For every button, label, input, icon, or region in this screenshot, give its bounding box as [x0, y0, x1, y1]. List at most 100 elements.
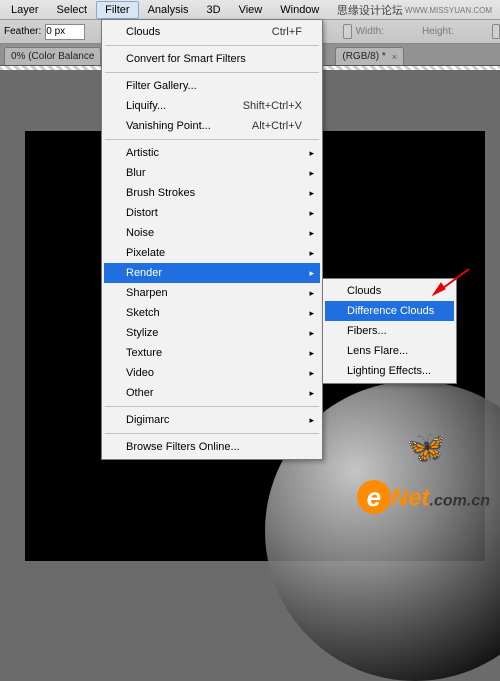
menu-3d[interactable]: 3D: [198, 1, 230, 19]
submenu-arrow-icon: ▸: [309, 228, 314, 239]
menu-item-pixelate[interactable]: Pixelate ▸: [104, 243, 320, 263]
label: Brush Strokes: [126, 187, 195, 199]
menu-item-video[interactable]: Video ▸: [104, 363, 320, 383]
logo-e: e: [357, 480, 391, 514]
submenu-arrow-icon: ▸: [309, 288, 314, 299]
submenu-arrow-icon: ▸: [309, 148, 314, 159]
label: Lens Flare...: [347, 345, 408, 357]
menu-filter[interactable]: Filter: [96, 1, 138, 19]
label: Stylize: [126, 327, 158, 339]
menu-window[interactable]: Window: [271, 1, 328, 19]
menu-item-stylize[interactable]: Stylize ▸: [104, 323, 320, 343]
butterfly-icon: 🦋: [406, 428, 446, 466]
menu-item-sharpen[interactable]: Sharpen ▸: [104, 283, 320, 303]
label: Pixelate: [126, 247, 165, 259]
label: Vanishing Point...: [126, 120, 211, 132]
submenu-arrow-icon: ▸: [309, 208, 314, 219]
label: Clouds: [126, 26, 160, 38]
render-submenu: Clouds Difference Clouds Fibers... Lens …: [322, 278, 457, 384]
menu-layer[interactable]: Layer: [2, 1, 48, 19]
label: Artistic: [126, 147, 159, 159]
watermark-url: WWW.MISSYUAN.COM: [405, 6, 492, 15]
submenu-item-clouds[interactable]: Clouds: [325, 281, 454, 301]
document-tab-2[interactable]: (RGB/8) * ×: [335, 47, 404, 65]
label: Liquify...: [126, 100, 166, 112]
menu-item-clouds-repeat[interactable]: Clouds Ctrl+F: [104, 22, 320, 42]
menu-item-texture[interactable]: Texture ▸: [104, 343, 320, 363]
submenu-item-lighting-effects[interactable]: Lighting Effects...: [325, 361, 454, 381]
watermark-cn: 思缘设计论坛: [337, 2, 403, 18]
label: Distort: [126, 207, 158, 219]
menu-item-blur[interactable]: Blur ▸: [104, 163, 320, 183]
submenu-item-lens-flare[interactable]: Lens Flare...: [325, 341, 454, 361]
submenu-arrow-icon: ▸: [309, 168, 314, 179]
height-label: Height:: [422, 26, 454, 37]
menu-item-browse-online[interactable]: Browse Filters Online...: [104, 437, 320, 457]
menu-analysis[interactable]: Analysis: [139, 1, 198, 19]
label: Digimarc: [126, 414, 169, 426]
width-label: Width:: [356, 26, 384, 37]
toolbar-icon-1[interactable]: [343, 24, 351, 39]
menu-item-digimarc[interactable]: Digimarc ▸: [104, 410, 320, 430]
separator: [105, 45, 319, 46]
label: Convert for Smart Filters: [126, 53, 246, 65]
label: Sketch: [126, 307, 160, 319]
filter-menu: Clouds Ctrl+F Convert for Smart Filters …: [101, 19, 323, 460]
label: Filter Gallery...: [126, 80, 197, 92]
menu-bar: Layer Select Filter Analysis 3D View Win…: [0, 0, 500, 20]
menu-item-convert-smart[interactable]: Convert for Smart Filters: [104, 49, 320, 69]
submenu-arrow-icon: ▸: [309, 415, 314, 426]
label: Browse Filters Online...: [126, 441, 240, 453]
enet-logo: eNet.com.cn: [357, 480, 490, 514]
label: Noise: [126, 227, 154, 239]
logo-net: Net: [391, 485, 430, 512]
label: Texture: [126, 347, 162, 359]
submenu-item-fibers[interactable]: Fibers...: [325, 321, 454, 341]
separator: [105, 72, 319, 73]
menu-item-vanishing-point[interactable]: Vanishing Point... Alt+Ctrl+V: [104, 116, 320, 136]
menu-item-artistic[interactable]: Artistic ▸: [104, 143, 320, 163]
submenu-arrow-icon: ▸: [309, 268, 314, 279]
menu-item-render[interactable]: Render ▸: [104, 263, 320, 283]
watermark: 思缘设计论坛 WWW.MISSYUAN.COM: [337, 2, 492, 18]
submenu-arrow-icon: ▸: [309, 308, 314, 319]
close-icon[interactable]: ×: [392, 52, 397, 62]
label: Fibers...: [347, 325, 387, 337]
submenu-arrow-icon: ▸: [309, 348, 314, 359]
submenu-arrow-icon: ▸: [309, 388, 314, 399]
label: Difference Clouds: [347, 305, 434, 317]
menu-item-brush-strokes[interactable]: Brush Strokes ▸: [104, 183, 320, 203]
shortcut: Ctrl+F: [248, 26, 302, 38]
label: Clouds: [347, 285, 381, 297]
menu-item-noise[interactable]: Noise ▸: [104, 223, 320, 243]
label: Video: [126, 367, 154, 379]
menu-item-other[interactable]: Other ▸: [104, 383, 320, 403]
label: Other: [126, 387, 154, 399]
feather-label: Feather:: [4, 26, 41, 37]
toolbar-icon-2[interactable]: [492, 24, 500, 39]
label: Lighting Effects...: [347, 365, 431, 377]
submenu-arrow-icon: ▸: [309, 368, 314, 379]
menu-select[interactable]: Select: [48, 1, 97, 19]
shortcut: Shift+Ctrl+X: [219, 100, 302, 112]
menu-view[interactable]: View: [230, 1, 272, 19]
logo-com: .com.cn: [430, 493, 490, 510]
submenu-item-difference-clouds[interactable]: Difference Clouds: [325, 301, 454, 321]
submenu-arrow-icon: ▸: [309, 328, 314, 339]
menu-item-distort[interactable]: Distort ▸: [104, 203, 320, 223]
menu-item-sketch[interactable]: Sketch ▸: [104, 303, 320, 323]
submenu-arrow-icon: ▸: [309, 248, 314, 259]
menu-item-filter-gallery[interactable]: Filter Gallery...: [104, 76, 320, 96]
submenu-arrow-icon: ▸: [309, 188, 314, 199]
menu-item-liquify[interactable]: Liquify... Shift+Ctrl+X: [104, 96, 320, 116]
tab-label-1: 0% (Color Balance: [11, 51, 94, 62]
separator: [105, 139, 319, 140]
shortcut: Alt+Ctrl+V: [228, 120, 302, 132]
label: Blur: [126, 167, 146, 179]
label: Sharpen: [126, 287, 168, 299]
separator: [105, 406, 319, 407]
label: Render: [126, 267, 162, 279]
tab-label-2: (RGB/8) *: [342, 51, 385, 62]
document-tab-1[interactable]: 0% (Color Balance: [4, 47, 101, 65]
feather-input[interactable]: [45, 24, 85, 40]
